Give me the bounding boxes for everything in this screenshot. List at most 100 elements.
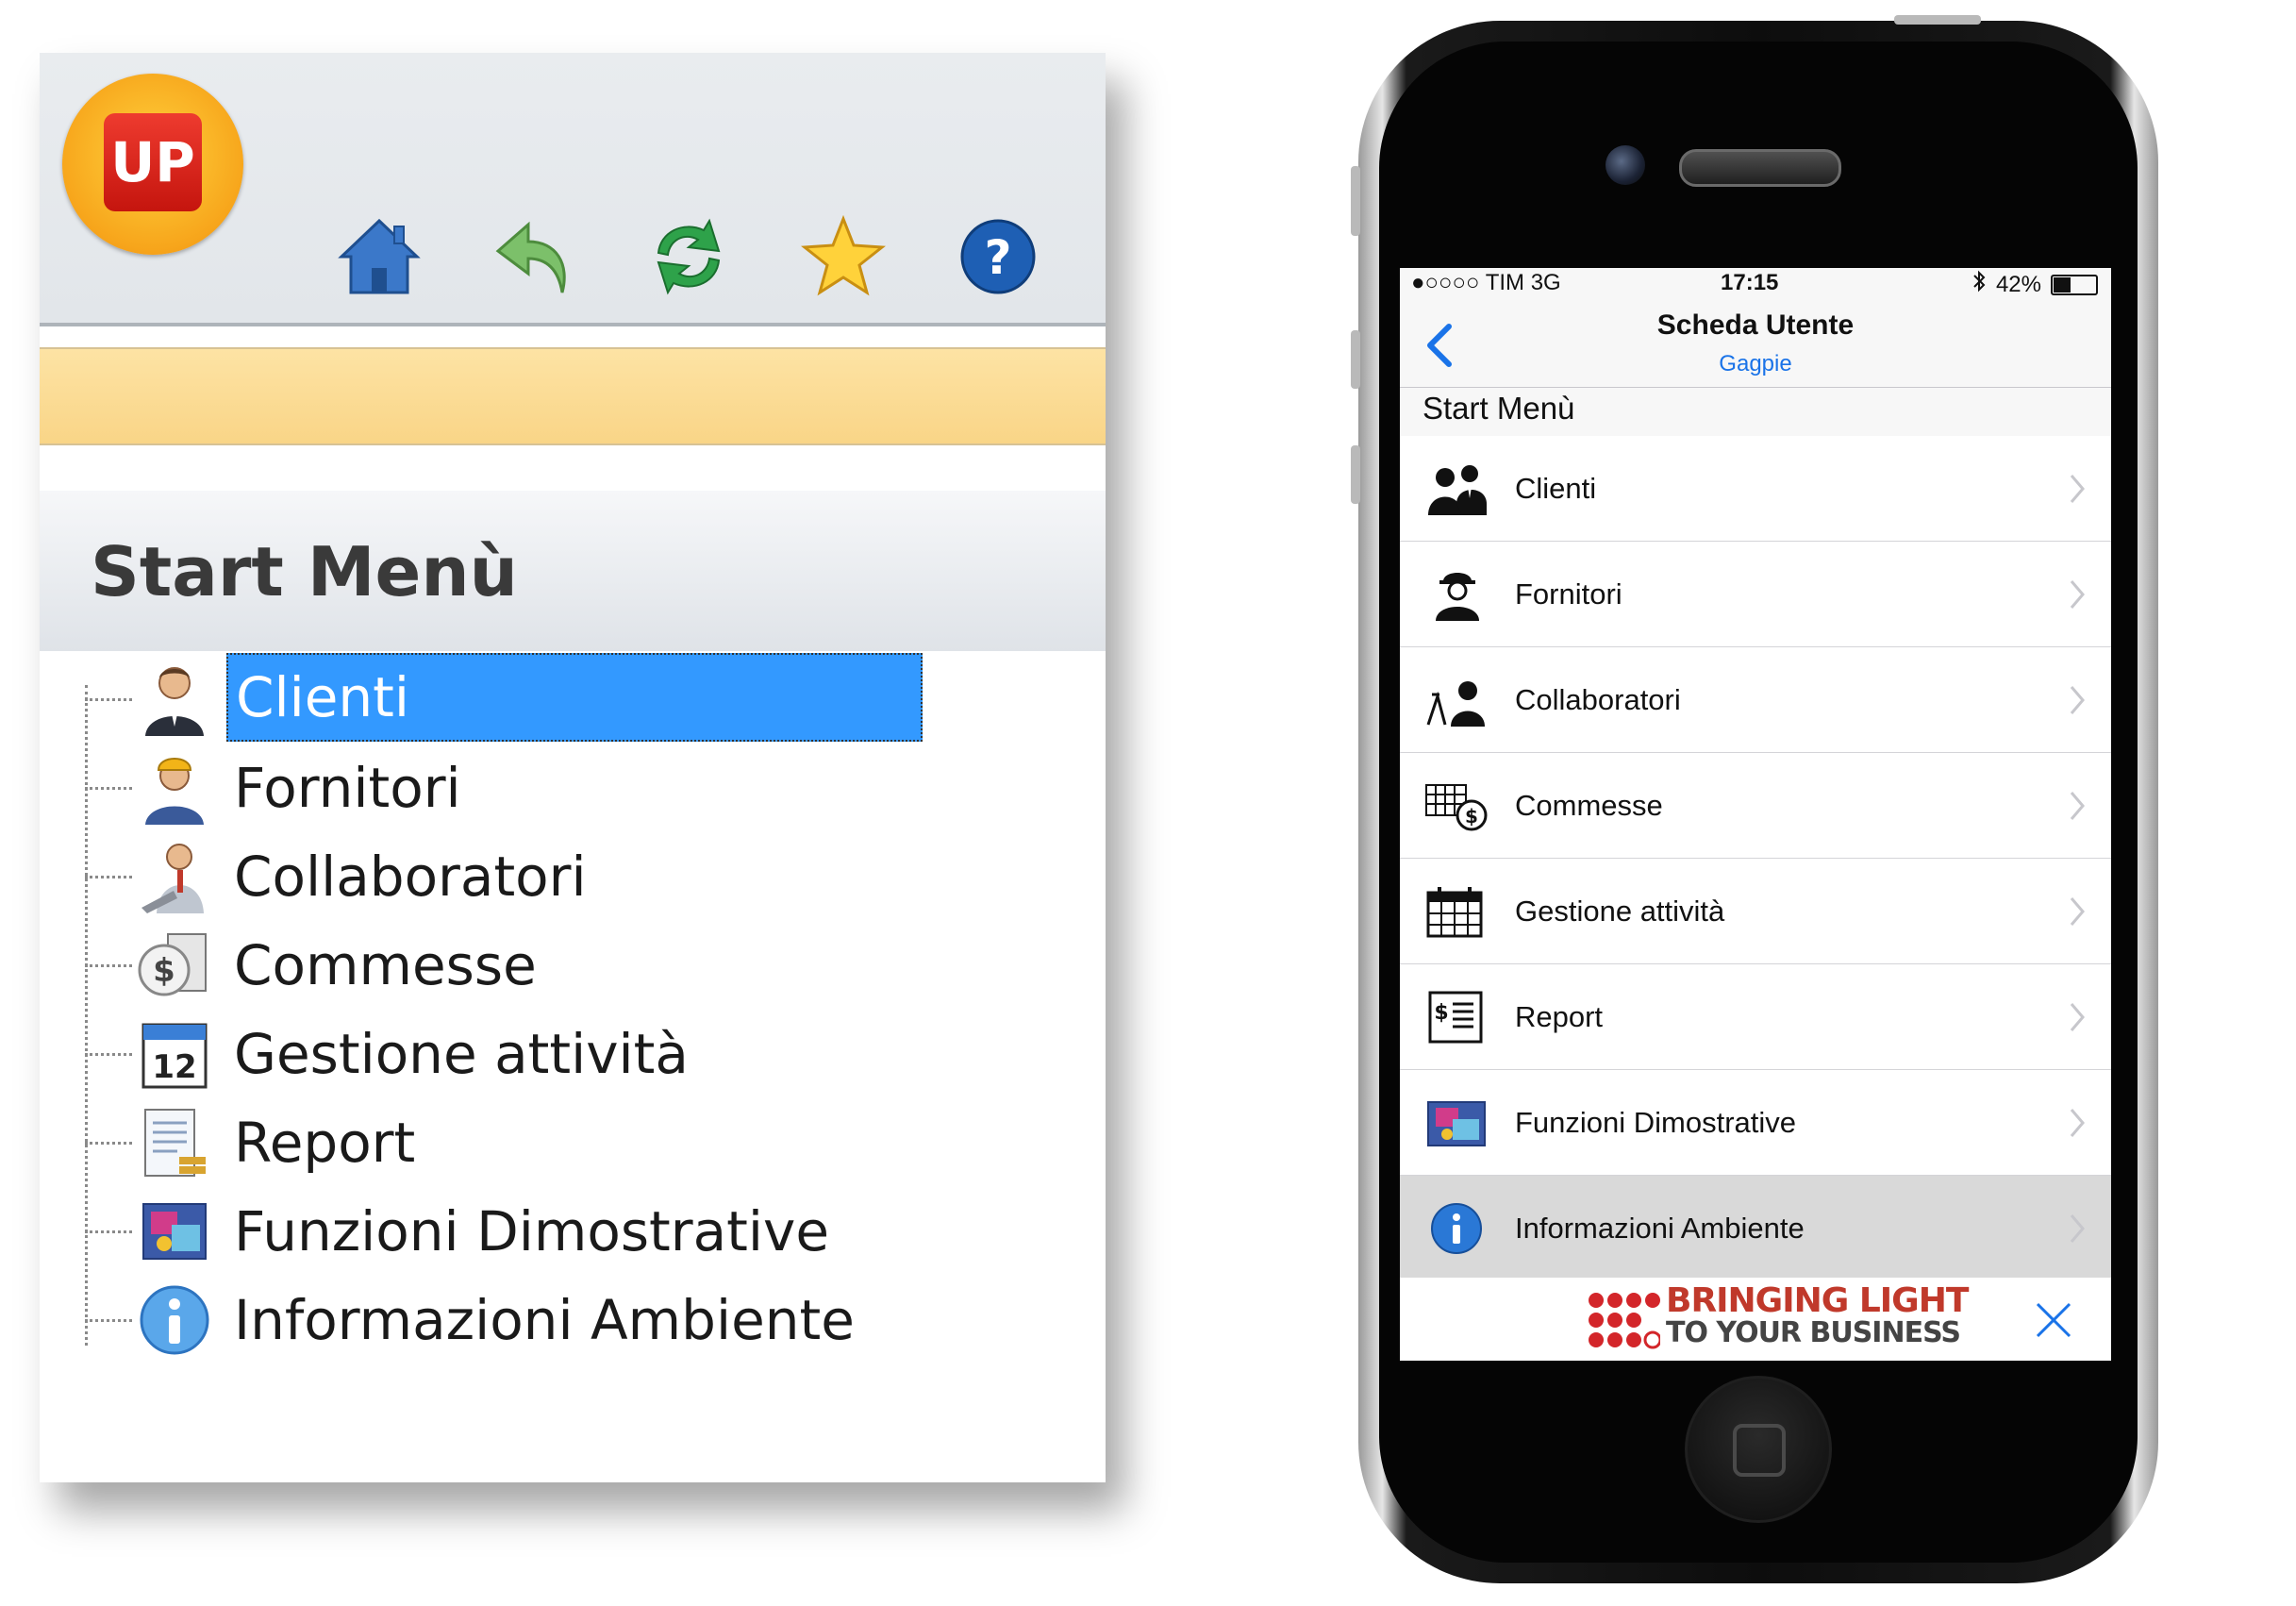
- list-item-label: Gestione attività: [1515, 895, 1725, 928]
- app-logo-text: UP: [104, 113, 202, 211]
- collaborator-icon: [136, 838, 213, 915]
- home-button[interactable]: [336, 213, 423, 300]
- home-button-physical[interactable]: [1685, 1376, 1832, 1523]
- chevron-right-icon: [2070, 580, 2085, 609]
- list-item-label: Commesse: [1515, 789, 1663, 822]
- nav-title: Scheda Utente: [1656, 309, 1855, 341]
- clients-icon: [1424, 462, 1490, 515]
- carrier-signal: ●○○○○ TIM 3G: [1411, 270, 1561, 295]
- ad-banner[interactable]: BRINGING LIGHT TO YOUR BUSINESS: [1400, 1278, 2111, 1361]
- favorites-button[interactable]: [800, 213, 887, 300]
- tree-item-label: Report: [234, 1111, 416, 1175]
- volume-up-button: [1351, 330, 1360, 389]
- tree-branch: [85, 1319, 132, 1322]
- tree-item-collaboratori[interactable]: Collaboratori: [85, 834, 1028, 919]
- tree-item-label: Collaboratori: [234, 845, 587, 909]
- list-item-report[interactable]: $ Report: [1400, 964, 2111, 1070]
- front-camera: [1606, 145, 1645, 185]
- tree-item-report[interactable]: Report: [85, 1100, 1028, 1185]
- earpiece-speaker: [1679, 149, 1841, 187]
- tree-branch: [85, 787, 132, 790]
- back-button[interactable]: [491, 213, 577, 300]
- chevron-right-icon: [2070, 897, 2085, 926]
- report-icon: $: [1424, 991, 1490, 1044]
- chevron-right-icon: [2070, 1214, 2085, 1243]
- star-icon: [801, 214, 886, 296]
- collaborator-icon: [1424, 674, 1490, 727]
- refresh-button[interactable]: [645, 213, 732, 300]
- banner-logo-dots: [1589, 1293, 1660, 1349]
- tree-item-gestione-attivita[interactable]: 12 Gestione attività: [85, 1012, 1028, 1096]
- status-bar: ●○○○○ TIM 3G 17:15 42%: [1400, 268, 2111, 302]
- svg-text:$: $: [1465, 805, 1478, 828]
- tree-item-label: Clienti: [226, 653, 923, 742]
- tree-item-fornitori[interactable]: Fornitori: [85, 745, 1028, 830]
- banner-line-1: BRINGING LIGHT: [1666, 1281, 1969, 1320]
- tree-item-funzioni-dimostrative[interactable]: Funzioni Dimostrative: [85, 1189, 1028, 1274]
- battery-icon: [2051, 274, 2098, 295]
- refresh-icon: [657, 218, 721, 295]
- banner-line-2: TO YOUR BUSINESS: [1666, 1316, 1961, 1349]
- help-button[interactable]: ?: [955, 213, 1041, 300]
- volume-down-button: [1351, 445, 1360, 504]
- home-square-icon: [1733, 1424, 1786, 1477]
- tree-item-label: Informazioni Ambiente: [234, 1288, 855, 1352]
- list-item-collaboratori[interactable]: Collaboratori: [1400, 647, 2111, 753]
- tree-item-informazioni-ambiente[interactable]: Informazioni Ambiente: [85, 1278, 1028, 1363]
- info-icon: [1424, 1202, 1490, 1255]
- tree-branch: [85, 1230, 132, 1233]
- banner-text: BRINGING LIGHT TO YOUR BUSINESS: [1666, 1281, 1969, 1349]
- report-icon: [136, 1104, 213, 1181]
- tree-branch: [85, 1053, 132, 1056]
- list-item-label: Informazioni Ambiente: [1515, 1212, 1805, 1245]
- chevron-right-icon: [2070, 1003, 2085, 1031]
- status-time: 17:15: [1721, 270, 1779, 295]
- list-item-informazioni-ambiente[interactable]: Informazioni Ambiente: [1400, 1176, 2111, 1281]
- section-title: Start Menù: [1423, 391, 1575, 426]
- order-icon: $: [136, 927, 213, 1004]
- mute-switch: [1351, 166, 1360, 236]
- info-bar: [40, 347, 1106, 445]
- status-right: 42%: [1972, 270, 2098, 299]
- calendar-icon: [1424, 885, 1490, 938]
- client-icon: [136, 661, 213, 738]
- phone-screen: ●○○○○ TIM 3G 17:15 42% Scheda Utente Gag…: [1400, 268, 2111, 1361]
- list-item-gestione-attivita[interactable]: Gestione attività: [1400, 859, 2111, 964]
- tree-item-label: Gestione attività: [234, 1022, 689, 1086]
- info-icon: [136, 1281, 213, 1359]
- svg-text:$: $: [1434, 1001, 1448, 1025]
- list-item-commesse[interactable]: $ Commesse: [1400, 753, 2111, 859]
- battery-fill: [2054, 276, 2071, 293]
- list-item-label: Clienti: [1515, 472, 1597, 505]
- list-item-funzioni-dimostrative[interactable]: Funzioni Dimostrative: [1400, 1070, 2111, 1176]
- calendar-icon: 12: [136, 1015, 213, 1093]
- tree-item-label: Commesse: [234, 933, 537, 997]
- nav-bar: Scheda Utente Gagpie: [1400, 302, 2111, 388]
- help-icon: ?: [960, 219, 1036, 294]
- bluetooth-icon: [1972, 270, 1987, 299]
- list-item-label: Funzioni Dimostrative: [1515, 1106, 1797, 1139]
- list-item-fornitori[interactable]: Fornitori: [1400, 542, 2111, 647]
- close-icon[interactable]: [2032, 1298, 2075, 1342]
- tree-item-commesse[interactable]: $ Commesse: [85, 923, 1028, 1008]
- tree-branch: [85, 876, 132, 878]
- list-item-clienti[interactable]: Clienti: [1400, 436, 2111, 542]
- back-arrow-icon: [495, 221, 566, 293]
- tree-branch: [85, 964, 132, 967]
- nav-subtitle[interactable]: Gagpie: [1400, 351, 2111, 377]
- supplier-icon: [1424, 568, 1490, 621]
- battery-percent: 42%: [1995, 271, 2041, 297]
- chevron-right-icon: [2070, 686, 2085, 714]
- section-title: Start Menù: [91, 532, 518, 611]
- svg-text:12: 12: [152, 1048, 196, 1086]
- desktop-window: UP ? Start Menù Clienti Fornitori Collab…: [40, 53, 1106, 1482]
- list-item-label: Fornitori: [1515, 577, 1622, 611]
- list-item-label: Report: [1515, 1000, 1604, 1033]
- tree-item-clienti[interactable]: Clienti: [85, 653, 1028, 742]
- supplier-icon: [136, 749, 213, 827]
- tree-branch: [85, 698, 132, 701]
- power-button: [1894, 15, 1981, 25]
- svg-text:$: $: [153, 952, 175, 990]
- tree-item-label: Fornitori: [234, 756, 461, 820]
- svg-text:?: ?: [984, 230, 1011, 285]
